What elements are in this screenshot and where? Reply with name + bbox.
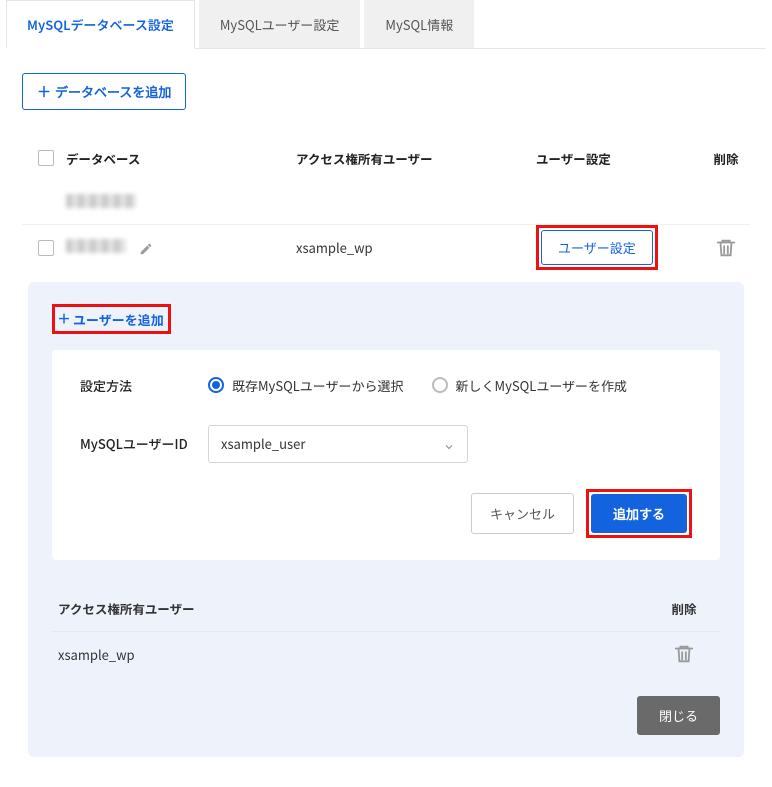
highlight-add-button: 追加する [586, 489, 692, 538]
delete-access-user-button[interactable] [673, 643, 695, 665]
table-row [22, 180, 750, 224]
userid-select[interactable]: xsample_user [208, 425, 468, 463]
radio-off-icon [432, 377, 448, 393]
database-table: データベース アクセス権所有ユーザー ユーザー設定 削除 [22, 136, 750, 757]
radio-existing-user[interactable]: 既存MySQLユーザーから選択 [208, 376, 404, 395]
method-radio-group: 既存MySQLユーザーから選択 新しくMySQLユーザーを作成 [208, 376, 627, 395]
selected-user: xsample_user [221, 434, 305, 453]
db-name-cell [66, 193, 296, 212]
th-user-settings: ユーザー設定 [536, 149, 696, 168]
sub-th-access-user: アクセス権所有ユーザー [58, 599, 654, 618]
add-user-link[interactable]: ＋ ユーザーを追加 [57, 310, 164, 329]
user-settings-panel: ＋ ユーザーを追加 設定方法 既存MySQLユーザーから選択 [28, 282, 744, 757]
access-user-name: xsample_wp [58, 645, 654, 664]
plus-icon: ＋ [37, 85, 51, 99]
highlight-user-settings: ユーザー設定 [536, 225, 658, 270]
tab-mysql-info[interactable]: MySQL情報 [364, 0, 474, 48]
th-database: データベース [66, 149, 296, 168]
userid-label: MySQLユーザーID [80, 434, 190, 453]
sub-th-delete: 削除 [654, 599, 714, 618]
highlight-add-user: ＋ ユーザーを追加 [52, 304, 171, 334]
delete-row-button[interactable] [715, 237, 737, 259]
content-area: ＋ データベースを追加 データベース アクセス権所有ユーザー ユーザー設定 削除 [6, 49, 766, 757]
access-users-table: アクセス権所有ユーザー 削除 xsample_wp [52, 586, 720, 678]
radio-new-user[interactable]: 新しくMySQLユーザーを作成 [432, 376, 628, 395]
th-delete: 削除 [713, 149, 738, 168]
radio-existing-label: 既存MySQLユーザーから選択 [232, 376, 404, 395]
tabs-bar: MySQLデータベース設定 MySQLユーザー設定 MySQL情報 [6, 0, 766, 49]
add-database-label: データベースを追加 [55, 82, 171, 101]
plus-icon: ＋ [57, 312, 71, 326]
row-checkbox[interactable] [26, 240, 66, 256]
close-button[interactable]: 閉じる [637, 696, 720, 735]
db-name-cell [66, 238, 296, 257]
add-user-label: ユーザーを追加 [73, 310, 164, 329]
table-header: データベース アクセス権所有ユーザー ユーザー設定 削除 [22, 136, 750, 180]
radio-new-label: 新しくMySQLユーザーを作成 [456, 376, 628, 395]
access-user-row: xsample_wp [52, 632, 720, 678]
th-access-user: アクセス権所有ユーザー [296, 149, 536, 168]
method-label: 設定方法 [80, 376, 190, 395]
chevron-down-icon [443, 438, 455, 450]
edit-icon[interactable] [139, 238, 153, 252]
radio-on-icon [208, 377, 224, 393]
tab-user-settings[interactable]: MySQLユーザー設定 [199, 0, 361, 48]
add-button[interactable]: 追加する [591, 494, 687, 533]
user-settings-button[interactable]: ユーザー設定 [541, 230, 653, 265]
tab-db-settings[interactable]: MySQLデータベース設定 [6, 0, 195, 49]
table-row: xsample_wp ユーザー設定 [22, 224, 750, 270]
select-all-checkbox[interactable] [26, 150, 66, 166]
access-user-cell: xsample_wp [296, 238, 536, 257]
cancel-button[interactable]: キャンセル [471, 493, 574, 534]
add-user-form: 設定方法 既存MySQLユーザーから選択 新しくMySQLユーザーを作成 [52, 350, 720, 560]
add-database-button[interactable]: ＋ データベースを追加 [22, 73, 186, 110]
